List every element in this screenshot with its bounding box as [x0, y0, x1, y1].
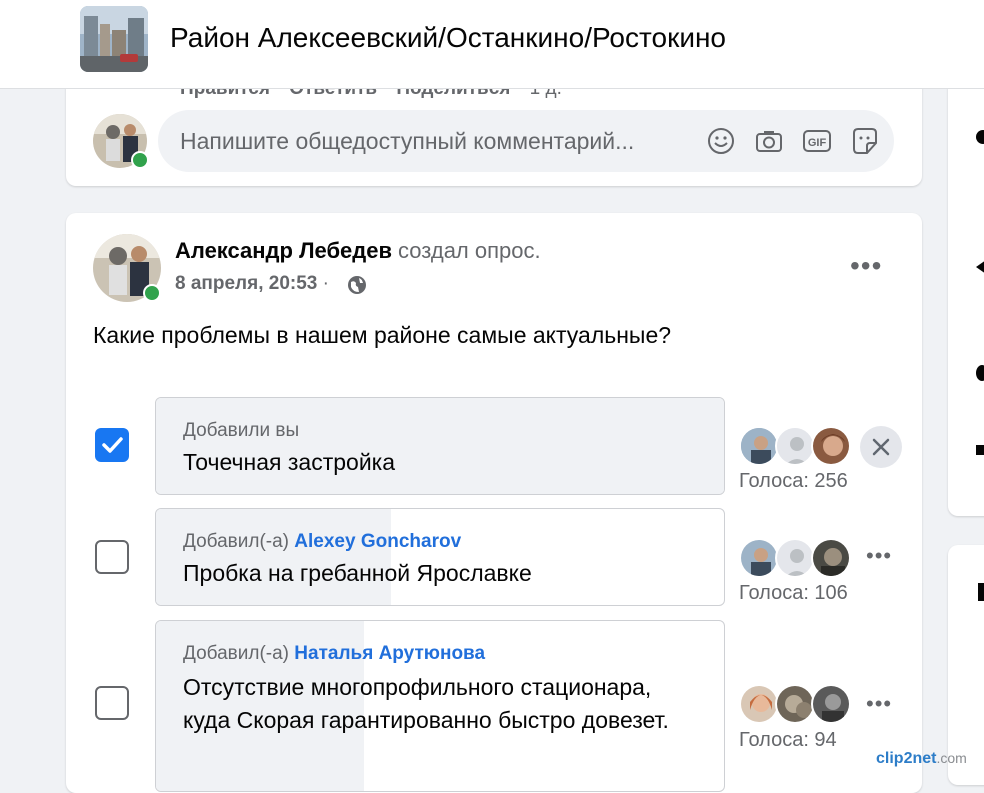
voter-avatar [775, 426, 815, 466]
more-icon[interactable]: ••• [866, 693, 892, 715]
sidebar-glyph [976, 445, 984, 455]
svg-text:GIF: GIF [808, 137, 827, 149]
voter-avatar [739, 538, 779, 578]
option-text: Пробка на гребанной Ярославке [183, 560, 532, 586]
author-name[interactable]: Александр Лебедев [175, 238, 392, 263]
voter-avatar [739, 426, 779, 466]
sidebar-glyph [976, 130, 984, 144]
option-author-link[interactable]: Alexey Goncharov [294, 531, 461, 552]
camera-icon[interactable] [752, 124, 786, 158]
more-icon[interactable]: ••• [866, 545, 892, 567]
post-author-line: Александр Лебедев создал опрос. [175, 238, 541, 264]
voter-avatars[interactable] [739, 684, 859, 726]
post-date[interactable]: 8 апреля, 20:53 [175, 273, 317, 294]
online-indicator [131, 151, 149, 169]
option-1-votes[interactable]: Голоса: 256 [739, 470, 848, 493]
comment-placeholder: Напишите общедоступный комментарий... [180, 128, 635, 154]
group-title[interactable]: Район Алексеевский/Останкино/Ростокино [170, 22, 726, 54]
comment-input[interactable]: Напишите общедоступный комментарий... GI… [158, 110, 894, 172]
voter-avatar [811, 684, 851, 724]
poll-option-2[interactable]: Добавил(-а) Alexey Goncharov Пробка на г… [155, 508, 725, 606]
option-2-checkbox[interactable] [95, 540, 129, 574]
option-added-by: Добавил(-а) Наталья Арутюнова [183, 643, 486, 664]
voter-avatar [811, 426, 851, 466]
close-icon[interactable] [860, 426, 902, 468]
sidebar-glyph [976, 260, 984, 274]
date-separator: · [322, 273, 329, 294]
voter-avatars[interactable] [739, 538, 859, 580]
right-sidebar-card [948, 545, 984, 785]
poll-option-1[interactable]: Добавили вы Точечная застройка [155, 397, 725, 495]
gif-icon[interactable]: GIF [800, 124, 834, 158]
option-added-by: Добавили вы [183, 420, 300, 441]
sticker-icon[interactable] [848, 124, 882, 158]
option-3-votes[interactable]: Голоса: 94 [739, 729, 837, 752]
emoji-icon[interactable] [704, 124, 738, 158]
author-online-indicator [143, 284, 161, 302]
sidebar-glyph [976, 365, 984, 381]
poll-question: Какие проблемы в нашем районе самые акту… [93, 322, 672, 348]
voter-avatar [739, 684, 779, 724]
option-1-checkbox[interactable] [95, 428, 129, 462]
watermark-logo: clip2net.com [876, 750, 967, 767]
option-text: Точечная застройка [183, 449, 396, 475]
option-2-votes[interactable]: Голоса: 106 [739, 582, 848, 605]
voter-avatar [775, 538, 815, 578]
voter-avatars[interactable] [739, 426, 859, 468]
right-sidebar-card [948, 60, 984, 516]
poll-option-3[interactable]: Добавил(-а) Наталья Арутюнова Отсутствие… [155, 620, 725, 792]
post-date-line: 8 апреля, 20:53 · [175, 273, 329, 295]
option-3-checkbox[interactable] [95, 686, 129, 720]
option-author-link[interactable]: Наталья Арутюнова [294, 643, 485, 664]
group-thumbnail[interactable] [80, 6, 148, 72]
post-action: создал опрос. [398, 238, 541, 263]
checkmark-icon [102, 437, 123, 453]
globe-icon[interactable] [347, 275, 367, 295]
post-more-icon[interactable]: ••• [850, 252, 882, 280]
voter-avatar [811, 538, 851, 578]
option-added-by: Добавил(-а) Alexey Goncharov [183, 531, 462, 552]
voter-avatar [775, 684, 815, 724]
group-header: Район Алексеевский/Останкино/Ростокино [0, 0, 984, 89]
sidebar-glyph [978, 583, 984, 601]
option-text: Отсутствие многопрофильного стационара, … [183, 674, 669, 733]
